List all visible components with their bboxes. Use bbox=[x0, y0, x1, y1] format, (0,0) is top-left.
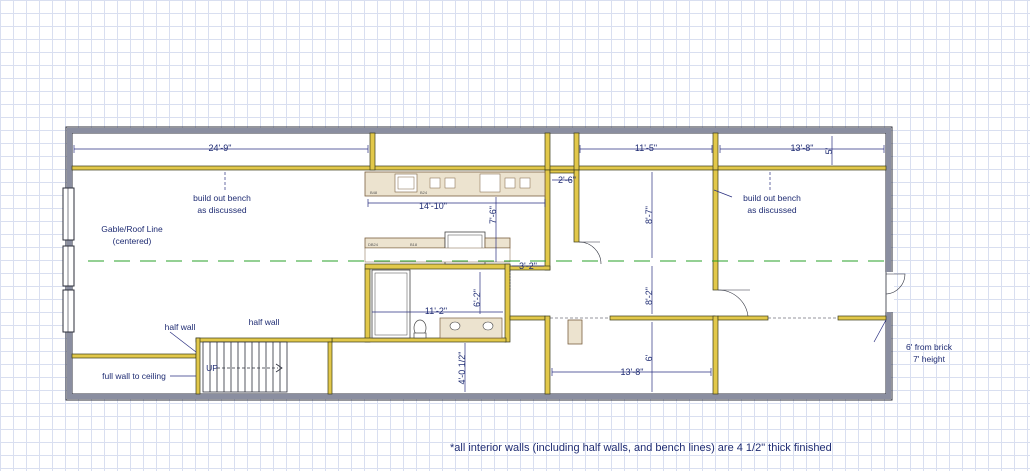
svg-text:B24: B24 bbox=[420, 190, 428, 195]
stair-up-label: UP bbox=[206, 363, 218, 373]
svg-text:DB24: DB24 bbox=[368, 242, 379, 247]
dimension-label: 5' bbox=[824, 147, 834, 154]
bench-note: build out bench bbox=[193, 193, 251, 203]
bench-note: as discussed bbox=[197, 205, 246, 215]
dimension-label: 11'-5" bbox=[635, 143, 657, 153]
dimension-label: 13'-8" bbox=[791, 143, 814, 153]
bench-note: build out bench bbox=[743, 193, 801, 203]
dimension-label: 7'-6" bbox=[488, 206, 498, 224]
kitchen-counter: B48 B24 bbox=[364, 171, 546, 197]
right-exterior-door bbox=[884, 272, 906, 312]
dimension-label: 3'-2" bbox=[519, 261, 537, 271]
dimension-label: 13'-8" bbox=[621, 367, 644, 377]
svg-text:B48: B48 bbox=[370, 190, 378, 195]
gable-note: Gable/Roof Line bbox=[101, 224, 163, 234]
half-wall-note: half wall bbox=[165, 322, 196, 332]
dimension-label: 4'-0 1/2" bbox=[457, 352, 467, 385]
half-wall-note: half wall bbox=[249, 317, 280, 327]
dimension-label: 6'-2" bbox=[472, 289, 482, 307]
closet-cabinet bbox=[567, 319, 583, 345]
footnote: *all interior walls (including half wall… bbox=[450, 442, 832, 454]
dimension-label: 14'-10" bbox=[419, 201, 447, 211]
full-wall-note: full wall to ceiling bbox=[102, 371, 166, 381]
dimension-label: 6' bbox=[644, 354, 654, 361]
dimension-label: 2'-6" bbox=[558, 175, 576, 185]
left-windows bbox=[62, 187, 75, 333]
gable-note: (centered) bbox=[113, 236, 152, 246]
brick-note: 7' height bbox=[913, 354, 946, 364]
dimension-label: 8'-7" bbox=[644, 206, 654, 224]
brick-note: 6' from brick bbox=[906, 342, 953, 352]
dimension-label: 11'-2" bbox=[425, 306, 447, 316]
svg-text:B18: B18 bbox=[410, 242, 418, 247]
dimension-label: 24'-9" bbox=[209, 143, 232, 153]
bench-note: as discussed bbox=[747, 205, 796, 215]
floor-plan: B48 B24 DB24 B18 24'-9" 11'-5" 13'-8" 14… bbox=[62, 126, 953, 401]
dimension-label: 8'-2" bbox=[644, 287, 654, 305]
